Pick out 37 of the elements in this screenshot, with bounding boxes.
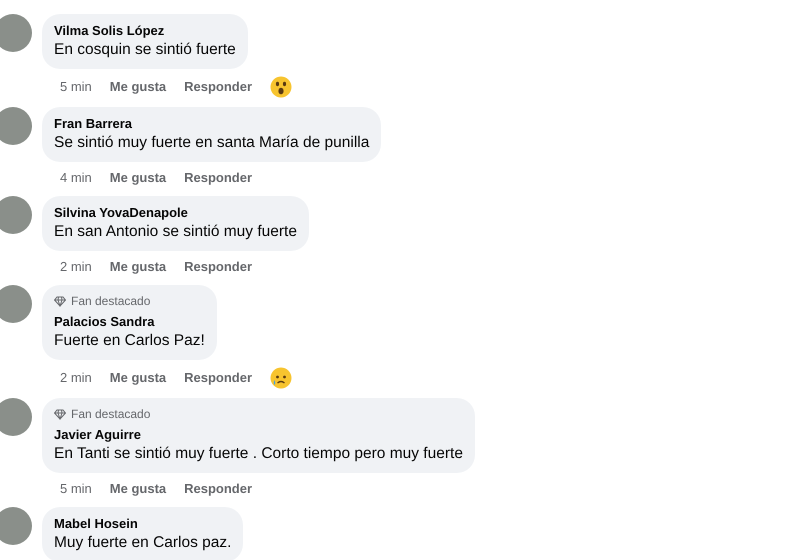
author-name[interactable]: Palacios Sandra [54,313,205,330]
author-name[interactable]: Silvina YovaDenapole [54,204,297,221]
comment-text: Muy fuerte en Carlos paz. [54,533,232,553]
author-name[interactable]: Vilma Solis López [54,22,236,39]
author-name[interactable]: Javier Aguirre [54,426,463,443]
avatar-photo-placeholder [0,507,32,545]
author-name[interactable]: Fran Barrera [54,115,370,132]
avatar-photo-placeholder [0,398,32,436]
reply-link[interactable]: Responder [184,78,252,96]
avatar-photo-placeholder [0,196,32,234]
like-link[interactable]: Me gusta [110,169,166,187]
like-link[interactable]: Me gusta [110,480,166,498]
comment-text: Se sintió muy fuerte en santa María de punilla [54,133,370,153]
timestamp[interactable]: 2 min [60,258,92,276]
reply-link[interactable]: Responder [184,369,252,387]
badge-label: Fan destacado [71,406,150,422]
comment-text: Fuerte en Carlos Paz! [54,331,205,351]
like-link[interactable]: Me gusta [110,258,166,276]
reply-link[interactable]: Responder [184,169,252,187]
reply-link[interactable]: Responder [184,480,252,498]
comment-text: En Tanti se sintió muy fuerte . Corto tiempo pero muy fuerte [54,444,463,464]
timestamp[interactable]: 4 min [60,169,92,187]
avatar-photo-placeholder [0,285,32,323]
reply-link[interactable]: Responder [184,258,252,276]
comment-text: En san Antonio se sintió muy fuerte [54,222,297,242]
avatar-photo-placeholder [0,14,32,52]
like-link[interactable]: Me gusta [110,369,166,387]
badge-label: Fan destacado [71,293,150,309]
timestamp[interactable]: 5 min [60,480,92,498]
like-link[interactable]: Me gusta [110,78,166,96]
timestamp[interactable]: 2 min [60,369,92,387]
comment-text: En cosquin se sintió fuerte [54,40,236,60]
avatar-photo-placeholder [0,107,32,145]
diamond-icon [54,296,66,306]
author-name[interactable]: Mabel Hosein [54,515,232,532]
timestamp[interactable]: 5 min [60,78,92,96]
diamond-icon [54,408,66,420]
